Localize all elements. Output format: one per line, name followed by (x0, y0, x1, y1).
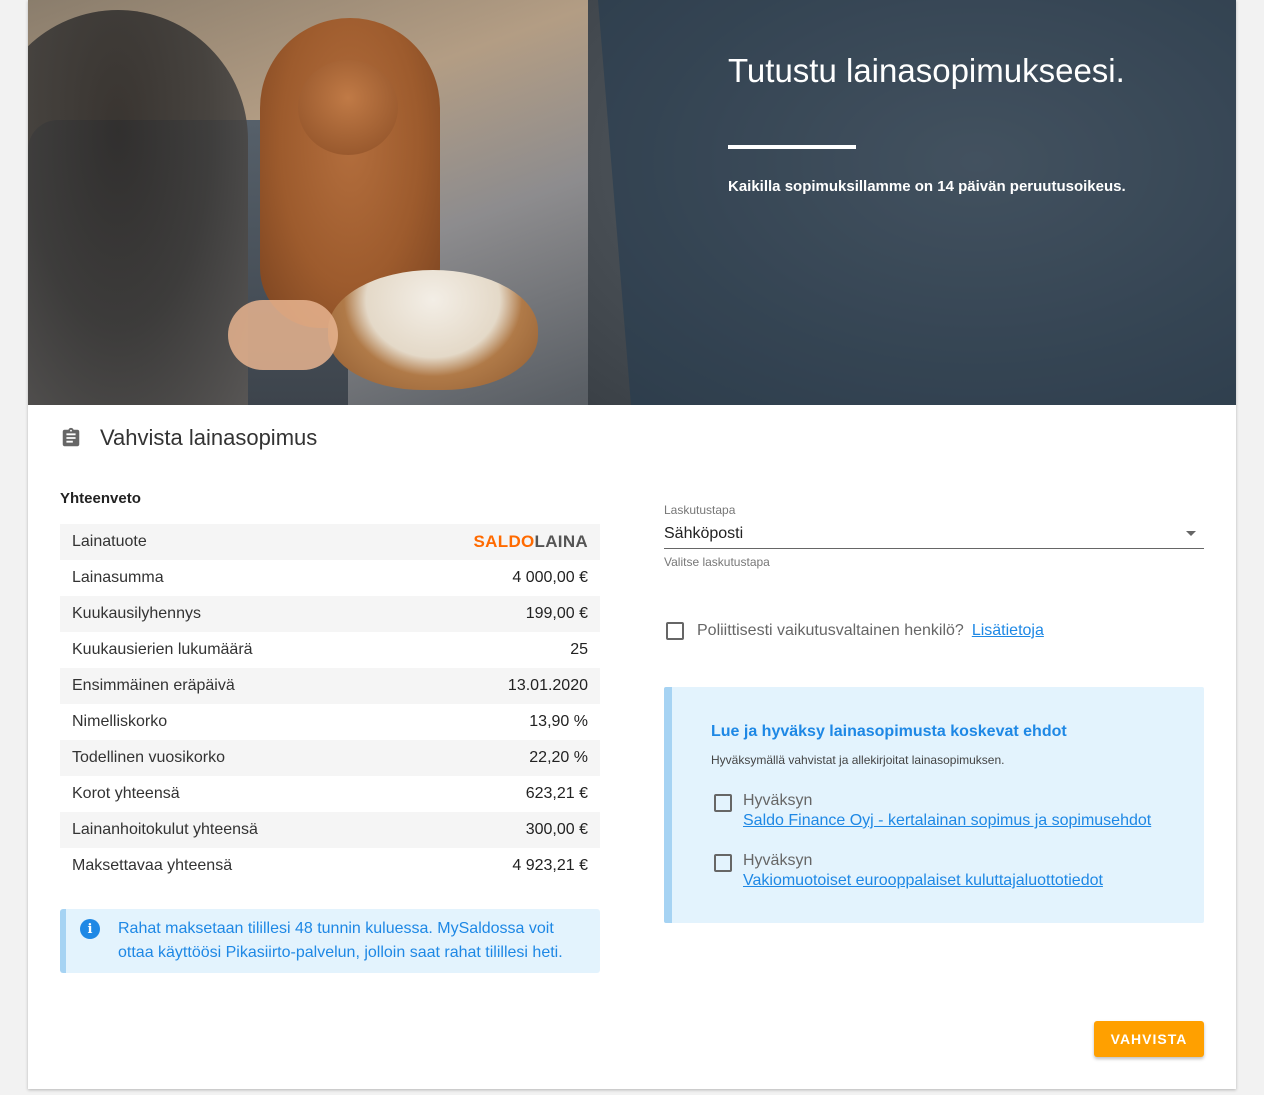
row-label: Lainanhoitokulut yhteensä (72, 821, 258, 838)
row-label: Lainatuote (72, 533, 147, 550)
row-label: Kuukausierien lukumäärä (72, 641, 253, 658)
terms-title: Lue ja hyväksy lainasopimusta koskevat e… (711, 723, 1067, 740)
row-value: 13,90 % (529, 713, 588, 730)
row-value: 623,21 € (525, 785, 588, 802)
billing-dropdown[interactable]: Sähköposti (664, 519, 1204, 549)
confirm-button[interactable]: VAHVISTA (1094, 1021, 1204, 1057)
table-row: Kuukausierien lukumäärä 25 (60, 632, 600, 668)
table-row: Lainanhoitokulut yhteensä 300,00 € (60, 812, 600, 848)
row-value: 4 923,21 € (512, 857, 588, 874)
term-accept-label: Hyväksyn (743, 792, 813, 809)
hero-divider (728, 145, 856, 149)
table-row: Nimelliskorko 13,90 % (60, 704, 600, 740)
section-header: Vahvista lainasopimus (60, 420, 317, 456)
term-checkbox-credit-info[interactable] (714, 854, 732, 872)
hero-subtitle: Kaikilla sopimuksillamme on 14 päivän pe… (728, 178, 1126, 195)
term-link-credit-info[interactable]: Vakiomuotoiset eurooppalaiset kuluttajal… (743, 872, 1103, 889)
row-label: Todellinen vuosikorko (72, 749, 225, 766)
summary-table: Lainatuote SALDOLAINA Lainasumma 4 000,0… (60, 524, 600, 884)
row-value: 22,20 % (529, 749, 588, 766)
term-accept-label: Hyväksyn (743, 852, 813, 869)
billing-helper: Valitse laskutustapa (664, 555, 770, 569)
row-label: Korot yhteensä (72, 785, 180, 802)
row-label: Nimelliskorko (72, 713, 168, 730)
hero-banner: Tutustu lainasopimukseesi. Kaikilla sopi… (28, 0, 1236, 405)
page-title: Vahvista lainasopimus (100, 425, 318, 450)
row-value: 25 (570, 641, 588, 658)
pep-info-link[interactable]: Lisätietoja (972, 622, 1044, 640)
row-label: Ensimmäinen eräpäivä (72, 677, 235, 694)
row-value: 300,00 € (525, 821, 588, 838)
term-item-credit-info: Hyväksyn Vakiomuotoiset eurooppalaiset k… (714, 851, 1103, 891)
term-checkbox-contract[interactable] (714, 794, 732, 812)
info-notice: i Rahat maksetaan tilillesi 48 tunnin ku… (60, 909, 600, 973)
info-icon: i (80, 919, 100, 939)
contract-card: Tutustu lainasopimukseesi. Kaikilla sopi… (28, 0, 1236, 1089)
table-row: Kuukausilyhennys 199,00 € (60, 596, 600, 632)
table-row: Maksettavaa yhteensä 4 923,21 € (60, 848, 600, 884)
table-row: Lainasumma 4 000,00 € (60, 560, 600, 596)
pep-question: Poliittisesti vaikutusvaltainen henkilö? (697, 622, 964, 639)
terms-box: Lue ja hyväksy lainasopimusta koskevat e… (664, 687, 1204, 923)
row-value: 13.01.2020 (507, 677, 588, 694)
billing-label: Laskutustapa (664, 503, 736, 517)
summary-heading: Yhteenveto (60, 490, 141, 507)
saldo-laina-logo: SALDOLAINA (473, 532, 588, 551)
hero-title: Tutustu lainasopimukseesi. (728, 52, 1125, 89)
terms-subtitle: Hyväksymällä vahvistat ja allekirjoitat … (711, 753, 1005, 767)
term-link-contract[interactable]: Saldo Finance Oyj - kertalainan sopimus … (743, 812, 1151, 829)
table-row: Todellinen vuosikorko 22,20 % (60, 740, 600, 776)
info-text: Rahat maksetaan tilillesi 48 tunnin kulu… (118, 920, 563, 961)
dropdown-arrow-icon[interactable] (1186, 531, 1196, 536)
clipboard-icon (60, 427, 82, 449)
billing-value: Sähköposti (664, 524, 744, 542)
row-value: 199,00 € (525, 605, 588, 622)
table-row: Korot yhteensä 623,21 € (60, 776, 600, 812)
term-item-contract: Hyväksyn Saldo Finance Oyj - kertalainan… (714, 791, 1151, 831)
row-label: Lainasumma (72, 569, 164, 586)
row-label: Maksettavaa yhteensä (72, 857, 233, 874)
table-row: Ensimmäinen eräpäivä 13.01.2020 (60, 668, 600, 704)
table-row: Lainatuote SALDOLAINA (60, 524, 600, 560)
pep-row: Poliittisesti vaikutusvaltainen henkilö?… (666, 622, 1044, 640)
row-value: 4 000,00 € (512, 569, 588, 586)
billing-select[interactable]: Laskutustapa Sähköposti Valitse laskutus… (664, 503, 1204, 569)
row-label: Kuukausilyhennys (72, 605, 201, 622)
pep-checkbox[interactable] (666, 622, 684, 640)
